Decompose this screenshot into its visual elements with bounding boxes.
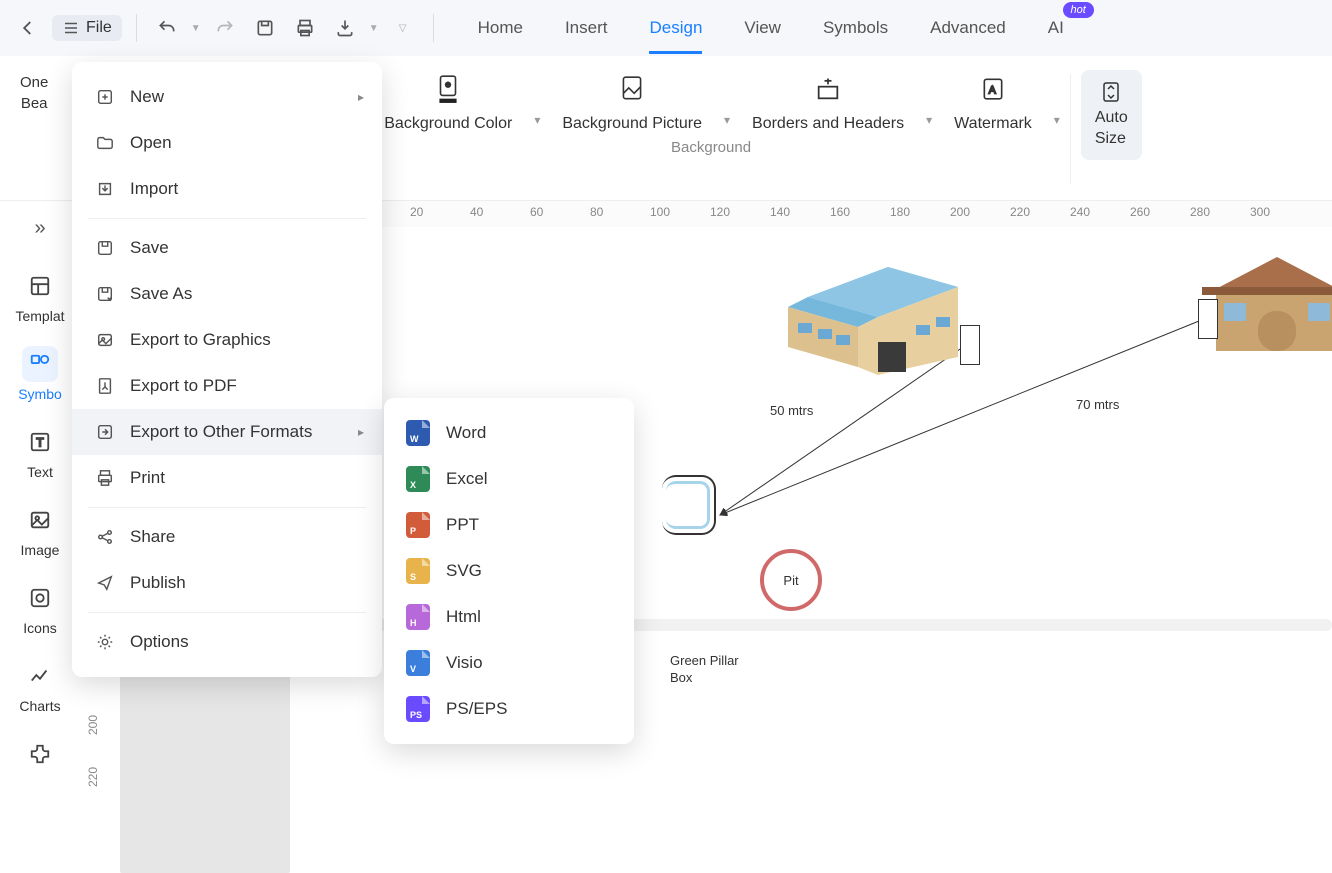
sidebar-collapse[interactable]: » xyxy=(28,211,51,246)
ribbon-tabs: Home Insert Design View Symbols Advanced… xyxy=(478,12,1064,44)
menu-open[interactable]: Open xyxy=(72,120,382,166)
menu-share[interactable]: Share xyxy=(72,514,382,560)
undo-dropdown[interactable]: ▼ xyxy=(191,23,201,34)
tab-design[interactable]: Design xyxy=(649,12,702,44)
watermark-more[interactable]: ▾ xyxy=(1054,73,1060,127)
export-dropdown[interactable]: ▼ xyxy=(369,23,379,34)
tab-ai[interactable]: AI xyxy=(1048,12,1064,44)
menu-import[interactable]: Import xyxy=(72,166,382,212)
top-toolbar: File ▼ ▼ ▽ Home Insert Design View Symbo… xyxy=(0,0,1332,56)
tab-advanced[interactable]: Advanced xyxy=(930,12,1006,44)
label-caption: Green PillarBox xyxy=(670,653,739,687)
menu-options[interactable]: Options xyxy=(72,619,382,665)
sidebar-symbols[interactable]: Symbo xyxy=(0,346,80,402)
export-svg[interactable]: SSVG xyxy=(384,548,634,594)
export-button[interactable] xyxy=(329,12,361,44)
menu-export-pdf[interactable]: Export to PDF xyxy=(72,363,382,409)
tab-home[interactable]: Home xyxy=(478,12,523,44)
sidebar-plugin[interactable] xyxy=(0,736,80,772)
tab-view[interactable]: View xyxy=(744,12,781,44)
sidebar-charts[interactable]: Charts xyxy=(0,658,80,714)
file-menu-button[interactable]: File xyxy=(52,15,122,41)
shape-node-right[interactable] xyxy=(1198,299,1218,339)
tab-insert[interactable]: Insert xyxy=(565,12,608,44)
bg-picture-button[interactable]: Background Picture xyxy=(540,66,724,135)
background-section: Background Color▾ Background Picture▾ Bo… xyxy=(362,66,1060,156)
label-distance-1: 50 mtrs xyxy=(770,403,813,418)
separator xyxy=(1070,74,1071,184)
shape-pit[interactable]: Pit xyxy=(760,549,822,611)
back-button[interactable] xyxy=(12,12,44,44)
label-distance-2: 70 mtrs xyxy=(1076,397,1119,412)
sidebar-icons[interactable]: Icons xyxy=(0,580,80,636)
menu-save[interactable]: Save xyxy=(72,225,382,271)
print-button[interactable] xyxy=(289,12,321,44)
undo-button[interactable] xyxy=(151,12,183,44)
menu-separator xyxy=(88,507,366,508)
save-button[interactable] xyxy=(249,12,281,44)
menu-export-graphics[interactable]: Export to Graphics xyxy=(72,317,382,363)
sidebar-image[interactable]: Image xyxy=(0,502,80,558)
borders-button[interactable]: Borders and Headers xyxy=(730,66,926,135)
svg-text:A: A xyxy=(989,84,997,96)
symbols-panel-preview xyxy=(120,673,290,873)
more-toolbar[interactable]: ▽ xyxy=(387,12,419,44)
menu-publish[interactable]: Publish xyxy=(72,560,382,606)
file-label: File xyxy=(86,19,112,37)
section-label-background: Background xyxy=(362,135,1060,156)
bg-color-button[interactable]: Background Color xyxy=(362,66,534,135)
menu-export-other[interactable]: Export to Other Formats▸ xyxy=(72,409,382,455)
shape-node-left[interactable] xyxy=(960,325,980,365)
separator xyxy=(136,14,137,42)
export-html[interactable]: HHtml xyxy=(384,594,634,640)
export-excel[interactable]: XExcel xyxy=(384,456,634,502)
menu-save-as[interactable]: Save As xyxy=(72,271,382,317)
svg-text:T: T xyxy=(36,436,43,450)
menu-new[interactable]: New▸ xyxy=(72,74,382,120)
theme-name: One Bea xyxy=(10,66,58,112)
sidebar-templates[interactable]: Templat xyxy=(0,268,80,324)
shape-warehouse[interactable] xyxy=(788,247,968,377)
separator xyxy=(433,14,434,42)
export-pseps[interactable]: PSPS/EPS xyxy=(384,686,634,732)
redo-button[interactable] xyxy=(209,12,241,44)
export-word[interactable]: WWord xyxy=(384,410,634,456)
export-submenu: WWord XExcel PPPT SSVG HHtml VVisio PSPS… xyxy=(384,398,634,744)
file-menu: New▸ Open Import Save Save As Export to … xyxy=(72,62,382,677)
menu-separator xyxy=(88,218,366,219)
sidebar-text[interactable]: TText xyxy=(0,424,80,480)
tab-symbols[interactable]: Symbols xyxy=(823,12,888,44)
shape-house[interactable] xyxy=(1202,247,1332,357)
left-sidebar: » Templat Symbo TText Image Icons Charts xyxy=(0,201,80,772)
export-visio[interactable]: VVisio xyxy=(384,640,634,686)
menu-print[interactable]: Print xyxy=(72,455,382,501)
auto-size-button[interactable]: AutoSize xyxy=(1081,70,1142,160)
watermark-button[interactable]: AWatermark xyxy=(932,66,1054,135)
menu-separator xyxy=(88,612,366,613)
export-ppt[interactable]: PPPT xyxy=(384,502,634,548)
shape-target-box[interactable] xyxy=(662,475,716,535)
